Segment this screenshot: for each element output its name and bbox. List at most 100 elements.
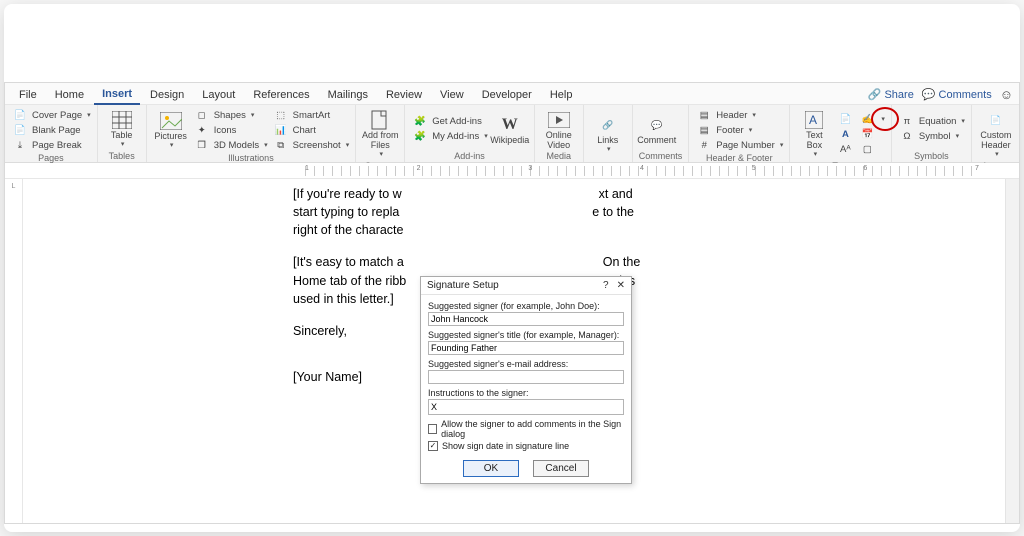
pagenum-icon: # bbox=[695, 138, 713, 152]
smartart-button[interactable]: ⬚SmartArt bbox=[272, 108, 350, 122]
horizontal-ruler[interactable]: 1234567 bbox=[5, 163, 1019, 179]
tab-references[interactable]: References bbox=[245, 86, 317, 104]
smartart-icon: ⬚ bbox=[272, 108, 290, 122]
custom-header-button[interactable]: 📄 Custom Header bbox=[978, 108, 1014, 160]
screenshot-button[interactable]: ⧉Screenshot bbox=[272, 138, 350, 152]
signature-setup-dialog: Signature Setup ? ✕ Suggested signer (fo… bbox=[420, 276, 632, 484]
page-break-button[interactable]: ⤓Page Break bbox=[11, 138, 91, 152]
get-addins-button[interactable]: 🧩Get Add-ins bbox=[411, 115, 488, 129]
group-pages: 📄Cover Page 📄Blank Page ⤓Page Break Page… bbox=[5, 105, 98, 162]
input-signer-title[interactable] bbox=[428, 341, 624, 355]
quickparts-icon: 📄 bbox=[836, 112, 854, 126]
object-icon: ▢ bbox=[858, 142, 876, 156]
shapes-button[interactable]: ◻Shapes bbox=[193, 108, 268, 122]
svg-text:A: A bbox=[809, 113, 817, 127]
symbol-button[interactable]: ΩSymbol bbox=[898, 130, 965, 144]
signature-icon: ✍ bbox=[858, 112, 876, 126]
group-comments-label: Comments bbox=[639, 150, 683, 161]
table-button[interactable]: Table bbox=[104, 108, 140, 150]
doc-text: [If you're ready to w bbox=[293, 187, 402, 201]
doc-text: [It's easy to match a bbox=[293, 255, 404, 269]
doc-text: Home tab of the ribb bbox=[293, 274, 406, 288]
file-icon bbox=[369, 110, 391, 130]
table-icon bbox=[111, 110, 133, 130]
ribbon: 📄Cover Page 📄Blank Page ⤓Page Break Page… bbox=[5, 105, 1019, 163]
3d-models-button[interactable]: ❒3D Models bbox=[193, 138, 268, 152]
tab-home[interactable]: Home bbox=[47, 86, 92, 104]
tab-mailings[interactable]: Mailings bbox=[320, 86, 376, 104]
tab-review[interactable]: Review bbox=[378, 86, 430, 104]
group-symbols: πEquation ΩSymbol Symbols bbox=[892, 105, 972, 162]
ok-button[interactable]: OK bbox=[463, 460, 519, 477]
header-button[interactable]: ▤Header bbox=[695, 108, 783, 122]
quick-parts-button[interactable]: 📄 bbox=[836, 112, 854, 126]
chart-button[interactable]: 📊Chart bbox=[272, 123, 350, 137]
group-logos: 📄 Custom Header Logos bbox=[972, 105, 1020, 162]
feedback-icon[interactable]: ☺ bbox=[1000, 87, 1013, 102]
icons-button[interactable]: ✦Icons bbox=[193, 123, 268, 137]
object-button[interactable]: ▢ bbox=[858, 142, 885, 156]
signature-line-button[interactable]: ✍ bbox=[858, 112, 885, 126]
group-header-footer: ▤Header ▤Footer #Page Number Header & Fo… bbox=[689, 105, 790, 162]
wikipedia-icon: W bbox=[499, 115, 521, 135]
cancel-button[interactable]: Cancel bbox=[533, 460, 589, 477]
footer-button[interactable]: ▤Footer bbox=[695, 123, 783, 137]
tab-view[interactable]: View bbox=[432, 86, 472, 104]
group-links-label bbox=[590, 160, 626, 161]
addins-icon: 🧩 bbox=[411, 130, 429, 144]
dialog-title: Signature Setup bbox=[427, 280, 499, 291]
app-frame: File Home Insert Design Layout Reference… bbox=[4, 4, 1020, 532]
date-time-button[interactable]: 📅 bbox=[858, 127, 885, 141]
vertical-scrollbar[interactable] bbox=[1005, 179, 1019, 523]
equation-button[interactable]: πEquation bbox=[898, 115, 965, 129]
group-pages-label: Pages bbox=[11, 152, 91, 163]
tab-insert[interactable]: Insert bbox=[94, 85, 140, 105]
tab-design[interactable]: Design bbox=[142, 86, 192, 104]
comments-label: Comments bbox=[939, 89, 992, 101]
group-links: 🔗 Links bbox=[584, 105, 633, 162]
footer-icon: ▤ bbox=[695, 123, 713, 137]
3d-icon: ❒ bbox=[193, 138, 211, 152]
doc-text: On the bbox=[603, 255, 641, 269]
shapes-icon: ◻ bbox=[193, 108, 211, 122]
drop-cap-button[interactable]: Aᴬ bbox=[836, 142, 854, 156]
ruler-numbers: 1234567 bbox=[305, 165, 979, 172]
checkbox-allow-comments[interactable] bbox=[428, 424, 437, 434]
group-media-label: Media bbox=[541, 150, 577, 161]
group-comments: 💬 Comment Comments bbox=[633, 105, 690, 162]
pictures-button[interactable]: Pictures bbox=[153, 109, 189, 151]
wikipedia-button[interactable]: W Wikipedia bbox=[492, 113, 528, 145]
dialog-close-button[interactable]: ✕ bbox=[617, 280, 625, 291]
symbol-icon: Ω bbox=[898, 130, 916, 144]
input-suggested-signer[interactable] bbox=[428, 312, 624, 326]
blank-page-button[interactable]: 📄Blank Page bbox=[11, 123, 91, 137]
text-box-button[interactable]: A Text Box bbox=[796, 108, 832, 160]
checkbox-show-date[interactable]: ✓ bbox=[428, 441, 438, 451]
online-video-button[interactable]: Online Video bbox=[541, 108, 577, 150]
tab-help[interactable]: Help bbox=[542, 86, 581, 104]
input-instructions[interactable] bbox=[428, 399, 624, 415]
comment-button[interactable]: 💬 Comment bbox=[639, 113, 675, 145]
page-break-icon: ⤓ bbox=[11, 138, 29, 152]
label-instructions: Instructions to the signer: bbox=[428, 388, 624, 398]
comments-button[interactable]: 💬 Comments bbox=[922, 88, 992, 101]
my-addins-button[interactable]: 🧩My Add-ins bbox=[411, 130, 488, 144]
tab-layout[interactable]: Layout bbox=[194, 86, 243, 104]
cover-page-button[interactable]: 📄Cover Page bbox=[11, 108, 91, 122]
vertical-ruler[interactable]: L bbox=[5, 179, 23, 523]
links-button[interactable]: 🔗 Links bbox=[590, 113, 626, 155]
group-content: Add from Files Content bbox=[356, 105, 405, 162]
tab-file[interactable]: File bbox=[11, 86, 45, 104]
add-from-files-button[interactable]: Add from Files bbox=[362, 108, 398, 160]
dialog-help-button[interactable]: ? bbox=[603, 280, 609, 291]
header-icon: ▤ bbox=[695, 108, 713, 122]
input-signer-email[interactable] bbox=[428, 370, 624, 384]
doc-text: xt and bbox=[599, 187, 633, 201]
wordart-button[interactable]: A bbox=[836, 127, 854, 141]
comments-icon: 💬 bbox=[922, 88, 936, 101]
page-number-button[interactable]: #Page Number bbox=[695, 138, 783, 152]
group-illustrations-label: Illustrations bbox=[153, 152, 350, 163]
doc-text: start typing to repla bbox=[293, 205, 399, 219]
tab-developer[interactable]: Developer bbox=[474, 86, 540, 104]
share-button[interactable]: 🔗 Share bbox=[868, 88, 914, 101]
